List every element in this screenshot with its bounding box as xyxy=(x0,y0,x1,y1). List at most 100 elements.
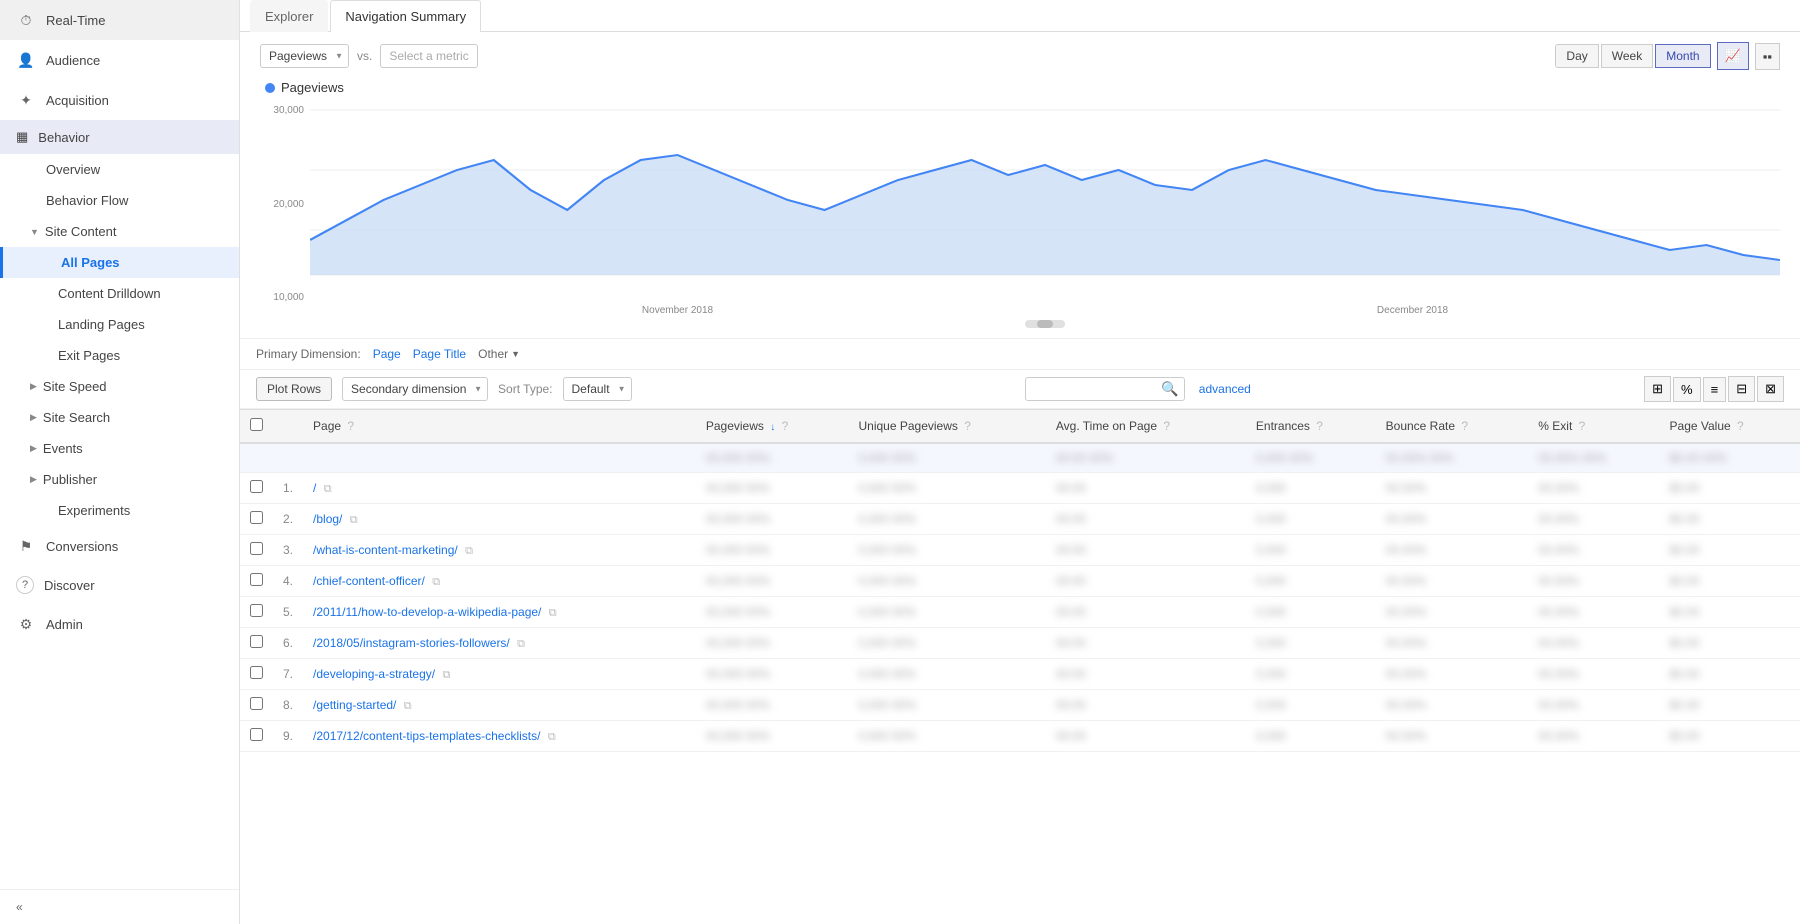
search-button[interactable]: 🔍 xyxy=(1161,381,1178,398)
summary-entrances-cell: 0,000 00% xyxy=(1246,443,1376,473)
list-view-button[interactable]: ≡ xyxy=(1703,377,1727,402)
compare-view-button[interactable]: ⊟ xyxy=(1728,376,1755,402)
pageviews-help-icon[interactable]: ? xyxy=(782,419,789,433)
pivot-view-button[interactable]: ⊠ xyxy=(1757,376,1784,402)
page-link[interactable]: /getting-started/ xyxy=(313,698,396,712)
row-checkbox-cell[interactable] xyxy=(240,473,273,504)
sidebar-item-discover[interactable]: ? Discover xyxy=(0,566,239,604)
row-checkbox[interactable] xyxy=(250,635,263,648)
pct-exit-help-icon[interactable]: ? xyxy=(1579,419,1586,433)
sidebar-item-behavior-flow[interactable]: Behavior Flow xyxy=(0,185,239,216)
chevron-down-icon: ▼ xyxy=(30,227,39,237)
row-checkbox-cell[interactable] xyxy=(240,535,273,566)
page-help-icon[interactable]: ? xyxy=(347,419,354,433)
row-checkbox[interactable] xyxy=(250,573,263,586)
grid-view-button[interactable]: ⊞ xyxy=(1644,376,1671,402)
collapse-sidebar-button[interactable]: « xyxy=(0,889,239,924)
sidebar-item-site-content[interactable]: ▼ Site Content xyxy=(0,216,239,247)
sidebar-item-overview[interactable]: Overview xyxy=(0,154,239,185)
sort-type-wrapper[interactable]: Default xyxy=(563,377,632,401)
page-link[interactable]: /developing-a-strategy/ xyxy=(313,667,435,681)
row-checkbox-cell[interactable] xyxy=(240,628,273,659)
copy-icon[interactable]: ⧉ xyxy=(350,514,358,526)
row-checkbox-cell[interactable] xyxy=(240,721,273,752)
row-checkbox[interactable] xyxy=(250,666,263,679)
metric-select-wrapper[interactable]: Pageviews xyxy=(260,44,349,68)
row-checkbox-cell[interactable] xyxy=(240,566,273,597)
tab-navigation-summary[interactable]: Navigation Summary xyxy=(330,0,481,32)
row-checkbox[interactable] xyxy=(250,604,263,617)
dimension-page-title-link[interactable]: Page Title xyxy=(413,347,466,361)
sidebar-item-realtime[interactable]: ⏱ Real-Time xyxy=(0,0,239,40)
page-link[interactable]: /2018/05/instagram-stories-followers/ xyxy=(313,636,510,650)
row-num-cell: 1. xyxy=(273,473,303,504)
page-link[interactable]: / xyxy=(313,481,316,495)
select-all-header[interactable] xyxy=(240,410,273,444)
page-link[interactable]: /what-is-content-marketing/ xyxy=(313,543,458,557)
sidebar-item-events[interactable]: ▶ Events xyxy=(0,433,239,464)
row-checkbox[interactable] xyxy=(250,542,263,555)
sidebar-item-site-speed[interactable]: ▶ Site Speed xyxy=(0,371,239,402)
page-value-help-icon[interactable]: ? xyxy=(1737,419,1744,433)
dimension-page-link[interactable]: Page xyxy=(373,347,401,361)
row-checkbox[interactable] xyxy=(250,728,263,741)
row-bounce-rate-cell: 00.00% xyxy=(1376,721,1529,752)
copy-icon[interactable]: ⧉ xyxy=(465,545,473,557)
row-checkbox-cell[interactable] xyxy=(240,504,273,535)
sidebar-item-acquisition[interactable]: ✦ Acquisition xyxy=(0,80,239,120)
advanced-link[interactable]: advanced xyxy=(1199,382,1251,396)
row-checkbox-cell[interactable] xyxy=(240,597,273,628)
copy-icon[interactable]: ⧉ xyxy=(549,607,557,619)
secondary-dimension-select[interactable]: Secondary dimension xyxy=(342,377,488,401)
pageviews-column-header[interactable]: Pageviews ↓ ? xyxy=(696,410,849,444)
sidebar-item-audience[interactable]: 👤 Audience xyxy=(0,40,239,80)
sidebar-item-conversions[interactable]: ⚑ Conversions xyxy=(0,526,239,566)
unique-pv-help-icon[interactable]: ? xyxy=(964,419,971,433)
select-metric-button[interactable]: Select a metric xyxy=(380,44,477,68)
sidebar-item-publisher[interactable]: ▶ Publisher xyxy=(0,464,239,495)
row-bounce-rate-cell: 00.00% xyxy=(1376,659,1529,690)
sidebar-item-admin[interactable]: ⚙ Admin xyxy=(0,604,239,644)
copy-icon[interactable]: ⧉ xyxy=(324,483,332,495)
summary-pageviews-cell: 00,000 00% xyxy=(696,443,849,473)
row-checkbox-cell[interactable] xyxy=(240,659,273,690)
copy-icon[interactable]: ⧉ xyxy=(404,700,412,712)
row-entrances-cell: 0,000 xyxy=(1246,628,1376,659)
select-all-checkbox[interactable] xyxy=(250,418,263,431)
sidebar-item-content-drilldown[interactable]: Content Drilldown xyxy=(0,278,239,309)
row-checkbox[interactable] xyxy=(250,480,263,493)
entrances-help-icon[interactable]: ? xyxy=(1316,419,1323,433)
bounce-rate-help-icon[interactable]: ? xyxy=(1461,419,1468,433)
dimension-other-button[interactable]: Other ▼ xyxy=(478,347,520,361)
day-button[interactable]: Day xyxy=(1555,44,1598,68)
avg-time-help-icon[interactable]: ? xyxy=(1163,419,1170,433)
page-link[interactable]: /2017/12/content-tips-templates-checklis… xyxy=(313,729,540,743)
sidebar-item-site-search[interactable]: ▶ Site Search xyxy=(0,402,239,433)
percent-view-button[interactable]: % xyxy=(1673,377,1701,402)
week-button[interactable]: Week xyxy=(1601,44,1653,68)
page-link[interactable]: /2011/11/how-to-develop-a-wikipedia-page… xyxy=(313,605,541,619)
row-checkbox[interactable] xyxy=(250,697,263,710)
sidebar-item-all-pages[interactable]: All Pages xyxy=(0,247,239,278)
row-checkbox-cell[interactable] xyxy=(240,690,273,721)
y-label-10k: 10,000 xyxy=(273,292,304,303)
bar-chart-button[interactable]: ▪▪ xyxy=(1755,43,1780,70)
copy-icon[interactable]: ⧉ xyxy=(442,669,450,681)
metric-select[interactable]: Pageviews xyxy=(260,44,349,68)
copy-icon[interactable]: ⧉ xyxy=(517,638,525,650)
copy-icon[interactable]: ⧉ xyxy=(548,731,556,743)
sidebar-item-behavior[interactable]: ▦ Behavior xyxy=(0,120,239,154)
page-link[interactable]: /chief-content-officer/ xyxy=(313,574,425,588)
page-link[interactable]: /blog/ xyxy=(313,512,342,526)
sort-type-select[interactable]: Default xyxy=(563,377,632,401)
tab-explorer[interactable]: Explorer xyxy=(250,0,328,32)
plot-rows-button[interactable]: Plot Rows xyxy=(256,377,332,401)
month-button[interactable]: Month xyxy=(1655,44,1710,68)
sidebar-item-experiments[interactable]: Experiments xyxy=(0,495,239,526)
sidebar-item-exit-pages[interactable]: Exit Pages xyxy=(0,340,239,371)
copy-icon[interactable]: ⧉ xyxy=(432,576,440,588)
secondary-dimension-wrapper[interactable]: Secondary dimension xyxy=(342,377,488,401)
sidebar-item-landing-pages[interactable]: Landing Pages xyxy=(0,309,239,340)
line-chart-button[interactable]: 📈 xyxy=(1717,42,1749,70)
row-checkbox[interactable] xyxy=(250,511,263,524)
